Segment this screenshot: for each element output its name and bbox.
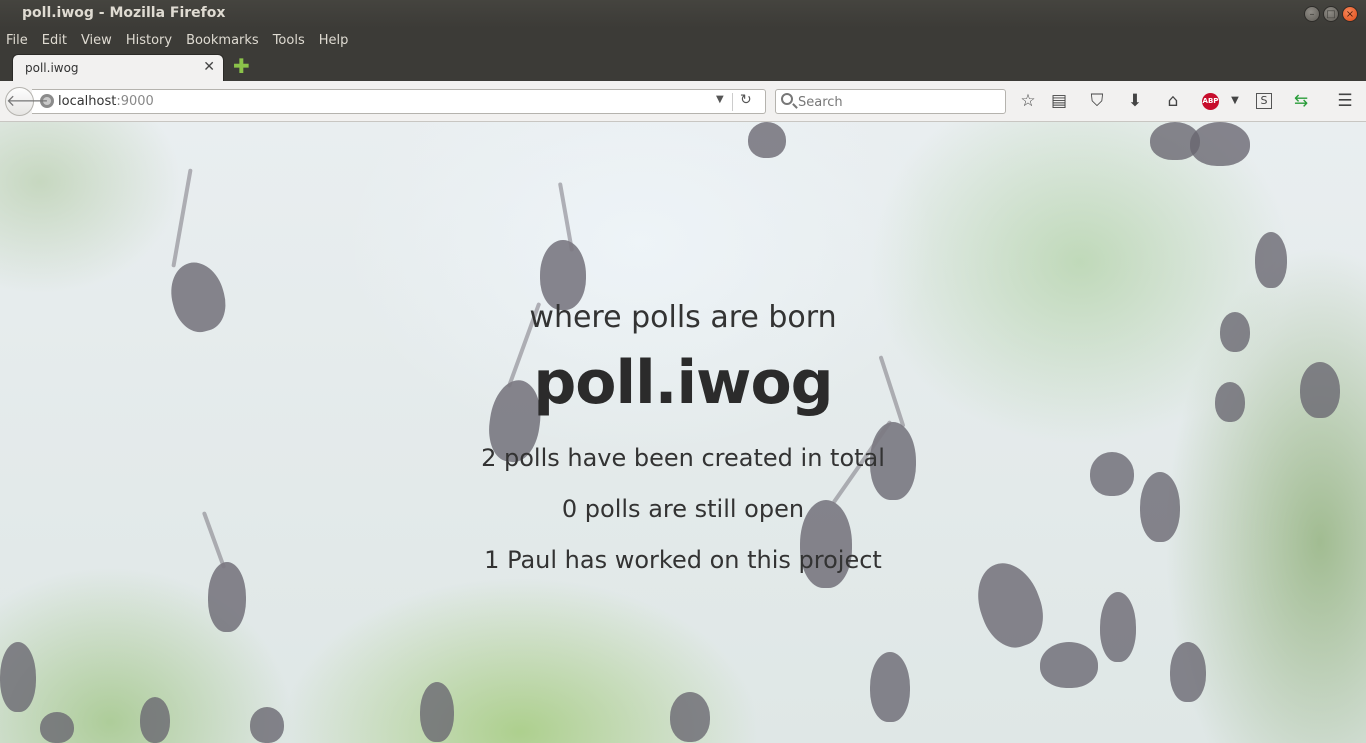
- url-port: :9000: [116, 94, 154, 109]
- url-host: localhost: [58, 94, 117, 109]
- menu-view[interactable]: View: [81, 33, 112, 48]
- url-bar[interactable]: localhost:9000 ▼ ↻: [32, 89, 766, 114]
- window-title: poll.iwog - Mozilla Firefox: [22, 5, 226, 21]
- pocket-icon[interactable]: ⛉: [1086, 90, 1108, 112]
- menu-edit[interactable]: Edit: [42, 33, 67, 48]
- reading-list-icon[interactable]: ▤: [1048, 90, 1070, 112]
- menu-file[interactable]: File: [6, 33, 28, 48]
- navigation-bar: localhost:9000 ▼ ↻ 🡐 ☆ ▤ ⛉ ⬇ ⌂ ABP ▼ S ⇆…: [0, 81, 1366, 122]
- back-button[interactable]: 🡐: [5, 87, 49, 116]
- adblock-plus-icon[interactable]: ABP: [1202, 93, 1219, 110]
- adblock-dropdown-icon[interactable]: ▼: [1224, 90, 1246, 112]
- url-separator: [732, 93, 733, 111]
- new-tab-icon[interactable]: ✚: [233, 56, 253, 76]
- menu-tools[interactable]: Tools: [273, 33, 305, 48]
- stat-contributors: 1 Paul has worked on this project: [484, 546, 882, 574]
- menu-help[interactable]: Help: [319, 33, 349, 48]
- minimize-icon[interactable]: –: [1304, 6, 1320, 22]
- bookmark-star-icon[interactable]: ☆: [1017, 90, 1039, 112]
- hamburger-menu-icon[interactable]: ☰: [1334, 90, 1356, 112]
- close-window-icon[interactable]: ×: [1342, 6, 1358, 22]
- tab-strip: poll.iwog ✕ ✚: [0, 52, 1366, 81]
- extension-s-icon[interactable]: S: [1256, 93, 1272, 109]
- page-title: poll.iwog: [533, 348, 833, 418]
- reload-icon[interactable]: ↻: [740, 92, 752, 108]
- window-controls: – □ ×: [1304, 6, 1358, 22]
- stat-open-polls: 0 polls are still open: [561, 495, 805, 523]
- menu-bar: File Edit View History Bookmarks Tools H…: [0, 28, 1366, 52]
- search-bar[interactable]: [775, 89, 1006, 114]
- page-content: where polls are born poll.iwog 2 polls h…: [0, 122, 1366, 743]
- url-dropdown-icon[interactable]: ▼: [716, 94, 724, 105]
- search-icon: [781, 93, 793, 105]
- window-titlebar: poll.iwog - Mozilla Firefox – □ ×: [0, 0, 1366, 28]
- maximize-icon[interactable]: □: [1323, 6, 1339, 22]
- url-text[interactable]: localhost:9000: [58, 94, 154, 109]
- home-icon[interactable]: ⌂: [1162, 90, 1184, 112]
- downloads-icon[interactable]: ⬇: [1124, 90, 1146, 112]
- tab-poll-iwog[interactable]: poll.iwog ✕: [12, 54, 224, 81]
- search-input[interactable]: [798, 93, 998, 111]
- tab-close-icon[interactable]: ✕: [203, 59, 215, 75]
- page-subtitle: where polls are born: [529, 300, 837, 335]
- stat-total-polls: 2 polls have been created in total: [481, 444, 885, 472]
- tab-label: poll.iwog: [25, 61, 79, 75]
- menu-history[interactable]: History: [126, 33, 172, 48]
- sync-arrows-icon[interactable]: ⇆: [1290, 90, 1312, 112]
- menu-bookmarks[interactable]: Bookmarks: [186, 33, 259, 48]
